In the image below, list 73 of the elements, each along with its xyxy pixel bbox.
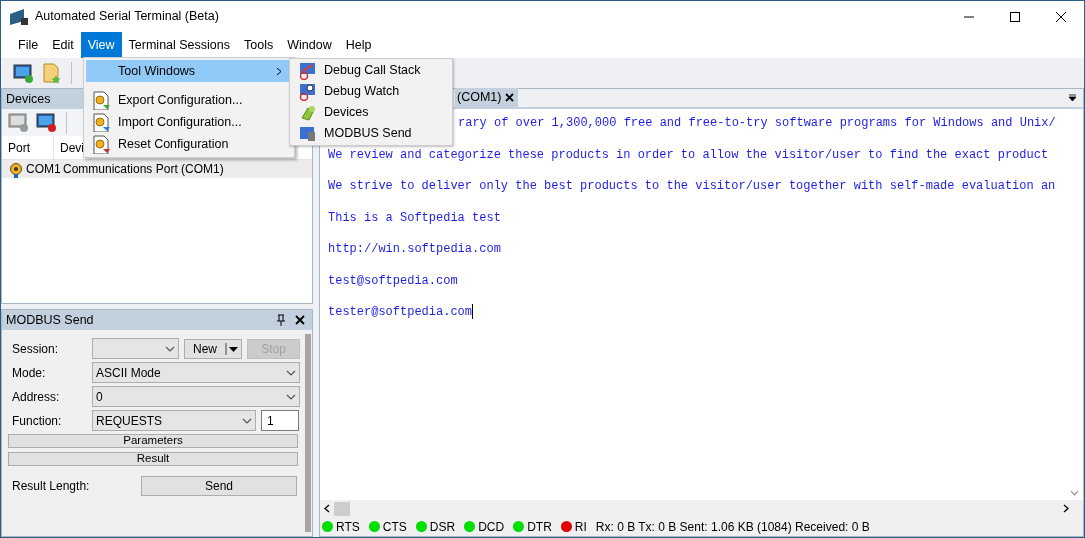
signal-label: RI xyxy=(574,518,587,536)
monitor-icon[interactable] xyxy=(36,112,58,133)
terminal-line: This is a Softpedia test xyxy=(328,210,501,225)
menu-item[interactable]: Devices xyxy=(292,102,450,123)
chevron-down-icon xyxy=(286,393,296,400)
terminal-line: We review and categorize these products in order to allow the visitor/user to find the exact product xyxy=(328,147,1049,162)
column-header[interactable]: Port xyxy=(2,136,54,159)
panel-title: Devices xyxy=(6,90,51,108)
menu-item[interactable]: File xyxy=(11,32,46,58)
menu-item[interactable]: Window xyxy=(280,32,339,58)
signal-label: RTS xyxy=(336,518,360,536)
field-label: Address: xyxy=(12,388,61,406)
menu-item[interactable]: Tools xyxy=(237,32,281,58)
close-icon[interactable] xyxy=(505,93,515,102)
section-header[interactable]: Result xyxy=(8,452,298,466)
field-label: Function: xyxy=(12,412,63,430)
close-icon[interactable] xyxy=(295,315,305,325)
signal-label: DCD xyxy=(478,518,505,536)
text-cursor xyxy=(472,304,474,320)
menu-item[interactable]: MODBUS Send xyxy=(292,123,450,144)
document-star-icon[interactable] xyxy=(41,62,63,84)
field-label: Mode: xyxy=(12,364,47,382)
dropdown[interactable]: REQUESTS xyxy=(92,410,256,431)
menu-item[interactable]: Edit xyxy=(45,32,81,58)
status-text: Rx: 0 B Tx: 0 B Sent: 1.06 KB (1084) Received: 0 B xyxy=(595,518,870,536)
dropdown-arrow-icon xyxy=(225,342,239,355)
chevron-right-icon[interactable] xyxy=(1063,504,1069,513)
table-cell-text: Communications Port (COM1) xyxy=(63,161,224,178)
menu-item[interactable]: Terminal Sessions xyxy=(121,32,237,58)
plug-icon xyxy=(298,103,316,122)
signal-label: CTS xyxy=(382,518,407,536)
chevron-down-icon xyxy=(286,369,296,376)
menu-item[interactable]: Help xyxy=(338,32,379,58)
chevron-down-icon xyxy=(165,345,175,352)
device-row[interactable]: COM1 Communications Port (COM1) xyxy=(2,160,312,178)
table-cell-text: COM1 xyxy=(26,161,62,178)
field-label: Result Length: xyxy=(12,477,91,495)
chevron-left-icon[interactable] xyxy=(324,504,330,513)
app-icon xyxy=(9,7,29,26)
monitor-icon xyxy=(298,124,316,143)
terminal-line: http://win.softpedia.com xyxy=(328,242,501,256)
chevron-down-icon[interactable] xyxy=(1070,490,1079,496)
chevron-right-icon xyxy=(276,66,282,76)
menu-item[interactable]: View xyxy=(80,32,122,58)
close-icon xyxy=(1056,11,1066,22)
terminal-line: We strive to deliver only the best products to the visitor/user together with self-made evaluation an xyxy=(328,179,1056,193)
split-button[interactable]: New xyxy=(184,338,242,359)
pin-icon[interactable] xyxy=(275,314,287,326)
menu-item[interactable]: Debug Watch xyxy=(292,81,450,102)
monitor-icon[interactable] xyxy=(13,62,35,84)
dropdown[interactable]: 0 xyxy=(92,386,300,407)
document-gear-icon xyxy=(92,134,110,154)
dropdown[interactable]: ASCII Mode xyxy=(92,362,300,383)
tab-list-icon[interactable] xyxy=(1068,94,1077,102)
menu-item[interactable]: Tool Windows xyxy=(86,60,292,82)
section-header[interactable]: Parameters xyxy=(8,434,298,448)
terminal-line: test@softpedia.com xyxy=(328,273,458,288)
chevron-down-icon xyxy=(242,417,252,424)
document-tab[interactable]: (COM1) xyxy=(455,88,519,107)
panel-title: MODBUS Send xyxy=(6,311,94,329)
signal-label: DTR xyxy=(527,518,552,536)
scroll-thumb[interactable] xyxy=(334,501,350,516)
field-label: Session: xyxy=(12,340,60,358)
send-button[interactable]: Send xyxy=(141,475,297,496)
terminal-line: tester@softpedia.com xyxy=(328,305,473,319)
document-gear-icon xyxy=(92,90,110,110)
terminal-line: rary of over 1,300,000 free and free-to-try software programs for Windows and Unix/ xyxy=(458,116,1056,130)
document-gear-icon xyxy=(92,112,110,132)
maximize-icon xyxy=(1010,11,1020,22)
signal-label: DSR xyxy=(429,518,456,536)
window-title: Automated Serial Terminal (Beta) xyxy=(35,8,219,26)
number-field[interactable]: 1 xyxy=(261,410,299,431)
menu-item[interactable]: Debug Call Stack xyxy=(292,60,450,81)
